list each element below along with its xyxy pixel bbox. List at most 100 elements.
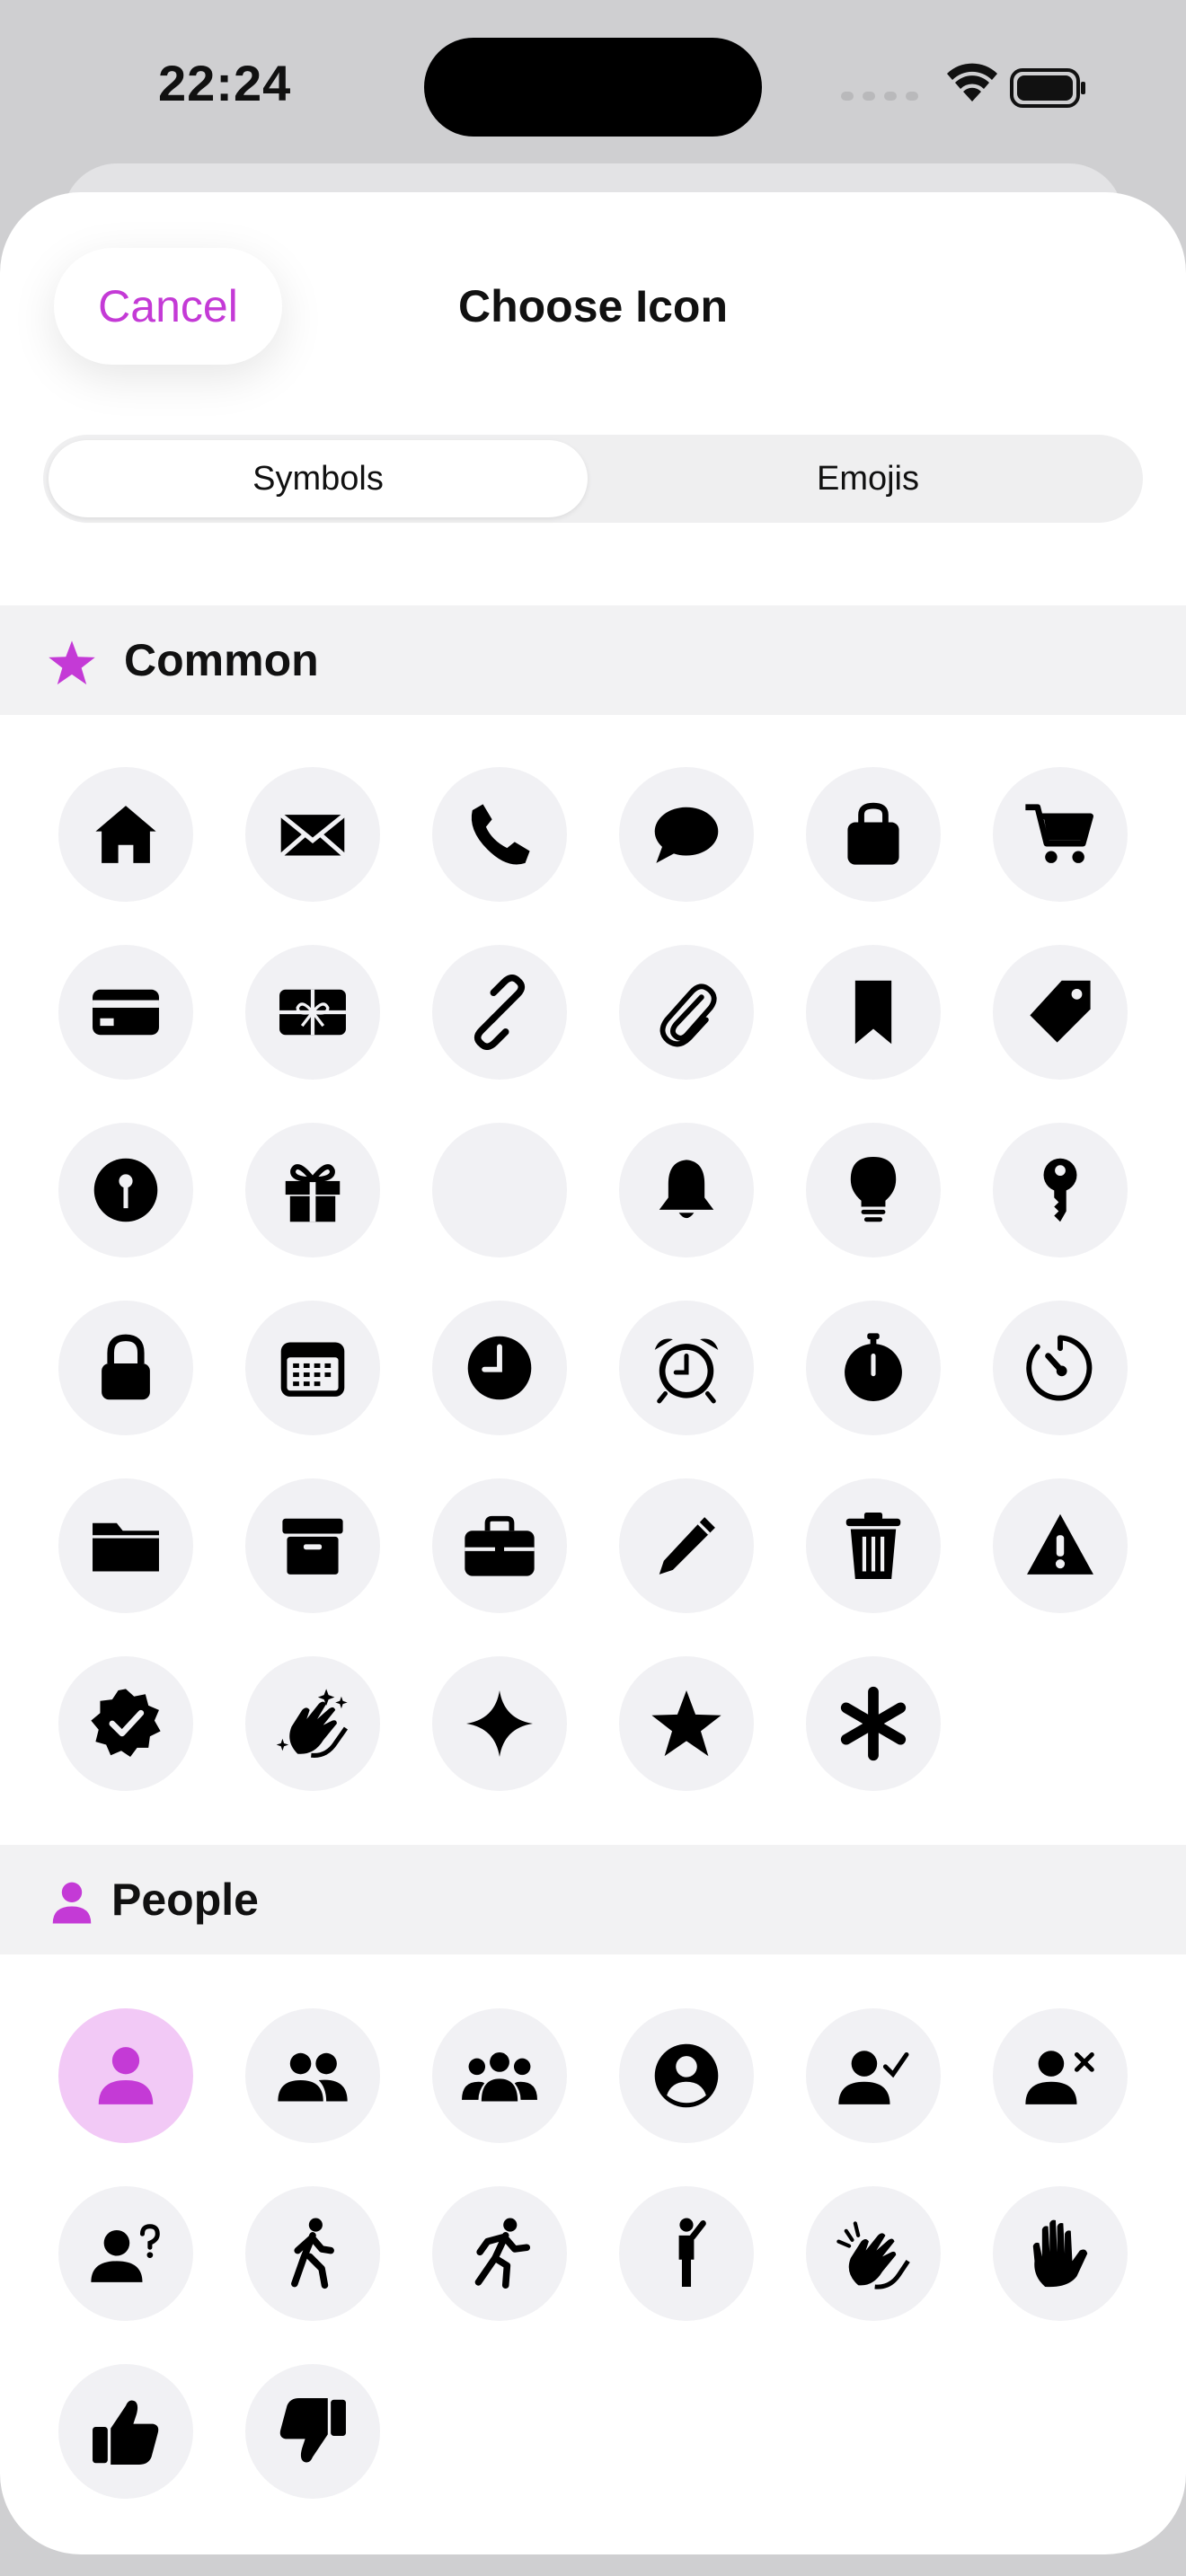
icon-tile-message-bubble[interactable] — [619, 767, 754, 902]
stopwatch-icon — [845, 1333, 902, 1401]
icon-tile-person-checkmark[interactable] — [806, 2008, 941, 2143]
house-icon — [95, 806, 156, 863]
icon-tile-asterisk[interactable] — [806, 1656, 941, 1791]
icon-tile-timer[interactable] — [993, 1301, 1128, 1435]
icon-tile-person-question[interactable] — [58, 2186, 193, 2321]
icon-tile-clock[interactable] — [432, 1301, 567, 1435]
star-icon — [49, 640, 95, 685]
archive-box-icon — [282, 1518, 343, 1575]
gift-icon — [285, 1164, 341, 1222]
section-title-people: People — [111, 1875, 259, 1925]
folder-icon — [93, 1522, 159, 1572]
icon-tile-warning-triangle[interactable] — [993, 1478, 1128, 1613]
briefcase-icon — [465, 1515, 535, 1576]
person-2-icon — [278, 2052, 348, 2102]
dynamic-island — [424, 38, 762, 137]
person-xmark-icon — [1025, 2051, 1094, 2104]
icon-tile-gift-card[interactable] — [245, 945, 380, 1080]
icon-tile-credit-card[interactable] — [58, 945, 193, 1080]
icon-tile-hands-clap[interactable] — [806, 2186, 941, 2321]
icon-tile-link[interactable] — [432, 945, 567, 1080]
icon-tile-lightbulb[interactable] — [806, 1123, 941, 1257]
segment-emojis[interactable]: Emojis — [593, 435, 1143, 523]
icon-tile-bell[interactable] — [619, 1123, 754, 1257]
icon-tile-pencil[interactable] — [619, 1478, 754, 1613]
checkmark-seal-icon — [91, 1689, 161, 1757]
icon-tile-blank[interactable] — [432, 1123, 567, 1257]
sheet-title: Choose Icon — [457, 281, 729, 331]
icon-tile-person[interactable] — [58, 2008, 193, 2143]
icon-tile-thumbs-up[interactable] — [58, 2364, 193, 2499]
icon-tile-stopwatch[interactable] — [806, 1301, 941, 1435]
bell-icon — [659, 1160, 714, 1219]
icon-tile-person-2[interactable] — [245, 2008, 380, 2143]
pencil-icon — [659, 1517, 715, 1575]
icon-tile-checkmark-seal[interactable] — [58, 1656, 193, 1791]
icon-tile-figure-run[interactable] — [432, 2186, 567, 2321]
person-3-icon — [462, 2051, 537, 2102]
calendar-icon — [280, 1342, 345, 1397]
asterisk-icon — [840, 1686, 907, 1761]
phone-icon — [471, 804, 530, 865]
section-title-common: Common — [124, 635, 319, 685]
icon-tile-archive-box[interactable] — [245, 1478, 380, 1613]
icon-tile-house[interactable] — [58, 767, 193, 902]
hand-raised-icon — [1032, 2219, 1088, 2288]
segmented-control: Symbols Emojis — [43, 435, 1143, 523]
thumbs-up-icon — [93, 2400, 159, 2465]
icon-tile-folder[interactable] — [58, 1478, 193, 1613]
alarm-icon — [654, 1338, 719, 1404]
icon-tile-lock[interactable] — [58, 1301, 193, 1435]
credit-card-icon — [93, 989, 159, 1036]
cellular-signal-icon — [841, 92, 918, 101]
status-time: 22:24 — [158, 55, 292, 111]
icon-tile-thumbs-down[interactable] — [245, 2364, 380, 2499]
wifi-icon — [947, 63, 997, 101]
icon-tile-star[interactable] — [619, 1656, 754, 1791]
bottom-strip — [0, 2554, 1186, 2576]
icon-tile-alarm[interactable] — [619, 1301, 754, 1435]
star-icon — [651, 1690, 721, 1757]
icon-tile-envelope[interactable] — [245, 767, 380, 902]
icon-tile-bookmark[interactable] — [806, 945, 941, 1080]
icon-tile-figure-stand[interactable] — [619, 2186, 754, 2321]
icon-tile-key[interactable] — [993, 1123, 1128, 1257]
person-circle-icon — [654, 2043, 719, 2108]
icon-tile-phone[interactable] — [432, 767, 567, 902]
icon-tile-trash[interactable] — [806, 1478, 941, 1613]
icon-tile-hands-clapping-sparkles[interactable] — [245, 1656, 380, 1791]
person-question-icon — [91, 2224, 160, 2282]
icon-tile-person-xmark[interactable] — [993, 2008, 1128, 2143]
icon-tile-calendar[interactable] — [245, 1301, 380, 1435]
icon-tile-bag[interactable] — [806, 767, 941, 902]
gift-card-icon — [279, 989, 346, 1036]
segment-symbols[interactable]: Symbols — [43, 435, 593, 523]
icon-tile-map-pin-circle[interactable] — [58, 1123, 193, 1257]
bookmark-icon — [854, 980, 892, 1045]
icon-tile-figure-walk[interactable] — [245, 2186, 380, 2321]
hands-clap-icon — [836, 2221, 910, 2289]
icon-tile-person-3[interactable] — [432, 2008, 567, 2143]
icon-tile-paperclip[interactable] — [619, 945, 754, 1080]
icon-tile-person-circle[interactable] — [619, 2008, 754, 2143]
person-icon — [52, 1882, 92, 1924]
lock-icon — [102, 1334, 150, 1400]
icon-tile-cart[interactable] — [993, 767, 1128, 902]
hands-clapping-sparkles-icon — [276, 1689, 349, 1758]
link-icon — [474, 975, 526, 1050]
message-bubble-icon — [654, 807, 719, 863]
lightbulb-icon — [850, 1157, 897, 1222]
icon-tile-hand-raised[interactable] — [993, 2186, 1128, 2321]
figure-run-icon — [474, 2218, 531, 2289]
icon-tile-gift[interactable] — [245, 1123, 380, 1257]
status-icons — [841, 63, 1085, 108]
icon-tile-briefcase[interactable] — [432, 1478, 567, 1613]
paperclip-icon — [659, 984, 717, 1047]
icon-tile-tag[interactable] — [993, 945, 1128, 1080]
icon-tile-sparkle[interactable] — [432, 1656, 567, 1791]
battery-icon — [1010, 68, 1085, 108]
person-checkmark-icon — [838, 2051, 909, 2104]
section-header-common: Common — [0, 605, 1186, 715]
envelope-icon — [279, 813, 346, 858]
choose-icon-sheet: Cancel Choose Icon Symbols Emojis Common… — [0, 192, 1186, 2554]
